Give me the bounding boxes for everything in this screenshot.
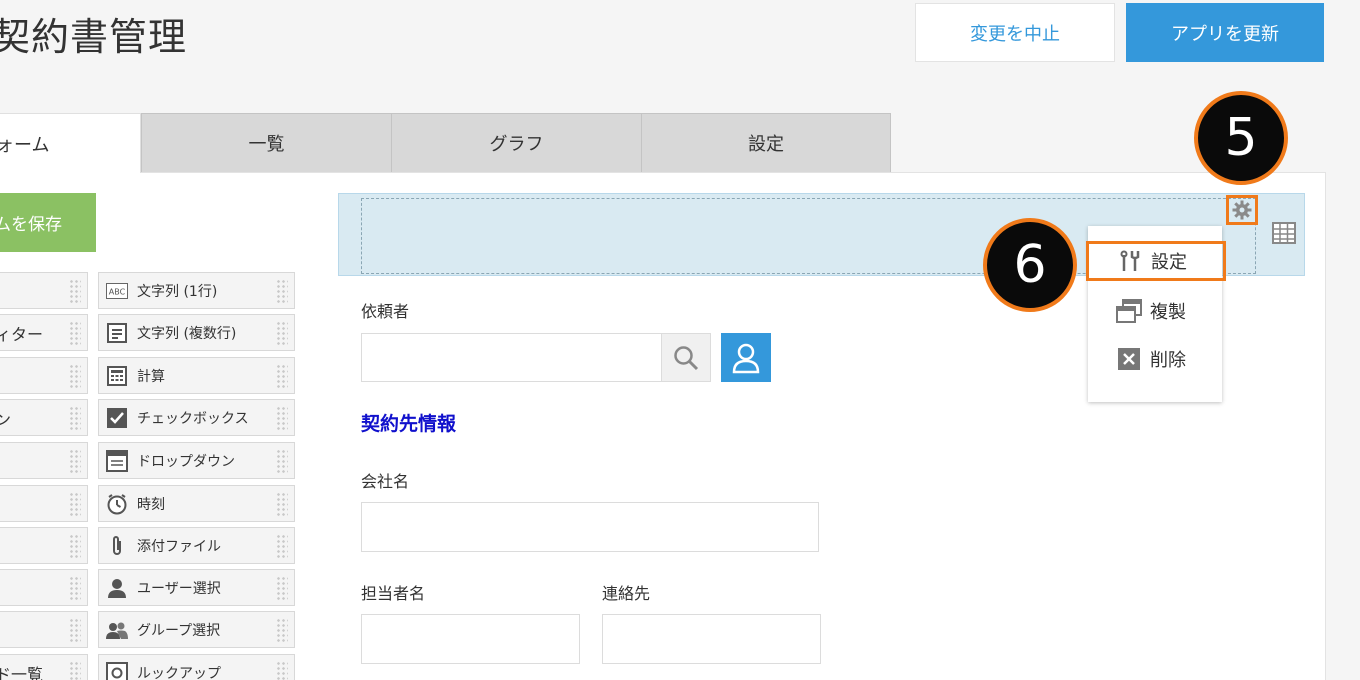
field-palette-item[interactable] xyxy=(0,569,88,606)
menu-item-settings[interactable]: 設定 xyxy=(1086,241,1226,281)
tab-list[interactable]: 一覧 xyxy=(141,113,392,172)
menu-item-duplicate[interactable]: 複製 xyxy=(1088,291,1222,331)
field-context-menu: 設定 複製 削除 xyxy=(1086,226,1226,402)
drag-handle-icon[interactable] xyxy=(69,406,81,430)
save-form-button[interactable]: ムを保存 xyxy=(0,193,96,252)
palette-checkbox[interactable]: チェックボックス xyxy=(98,399,295,436)
calculator-icon xyxy=(105,365,129,387)
tools-icon xyxy=(1117,248,1143,274)
palette-attachment[interactable]: 添付ファイル xyxy=(98,527,295,564)
requester-label: 依頼者 xyxy=(361,302,410,321)
drag-handle-icon[interactable] xyxy=(69,449,81,473)
section-title-contractor-info: 契約先情報 xyxy=(361,413,457,435)
user-icon xyxy=(105,577,129,599)
update-app-button[interactable]: アプリを更新 xyxy=(1126,3,1324,62)
checkbox-icon xyxy=(105,407,129,429)
field-palette-item[interactable]: ン xyxy=(0,399,88,436)
palette-text-multi[interactable]: 文字列 (複数行) xyxy=(98,314,295,351)
text-multiline-icon xyxy=(105,322,129,344)
delete-icon xyxy=(1116,346,1142,372)
field-palette-item[interactable]: ド一覧 xyxy=(0,654,88,680)
drag-handle-icon[interactable] xyxy=(276,364,288,388)
callout-step-6: 6 xyxy=(983,218,1077,312)
drag-handle-icon[interactable] xyxy=(276,492,288,516)
drag-handle-icon[interactable] xyxy=(276,406,288,430)
drag-handle-icon[interactable] xyxy=(276,618,288,642)
contact-person-input[interactable] xyxy=(361,614,580,664)
drag-handle-icon[interactable] xyxy=(69,364,81,388)
tab-graph[interactable]: グラフ xyxy=(391,113,642,172)
palette-lookup[interactable]: ルックアップ xyxy=(98,654,295,680)
field-palette-item[interactable] xyxy=(0,611,88,648)
drag-handle-icon[interactable] xyxy=(276,321,288,345)
field-palette-item[interactable] xyxy=(0,442,88,479)
contact-info-input[interactable] xyxy=(602,614,821,664)
drag-handle-icon[interactable] xyxy=(69,321,81,345)
contact-person-label: 担当者名 xyxy=(361,584,426,603)
field-palette-item[interactable] xyxy=(0,272,88,309)
company-name-input[interactable] xyxy=(361,502,819,552)
cancel-changes-button[interactable]: 変更を中止 xyxy=(915,3,1115,62)
app-title: 契約書管理 xyxy=(0,15,188,59)
drag-handle-icon[interactable] xyxy=(276,661,288,680)
drag-handle-icon[interactable] xyxy=(69,661,81,680)
paperclip-icon xyxy=(105,535,129,557)
duplicate-icon xyxy=(1116,298,1142,324)
text-line-icon: ABC xyxy=(105,280,129,302)
drag-handle-icon[interactable] xyxy=(276,279,288,303)
drag-handle-icon[interactable] xyxy=(69,618,81,642)
palette-calc[interactable]: 計算 xyxy=(98,357,295,394)
field-palette-item[interactable] xyxy=(0,527,88,564)
palette-dropdown[interactable]: ドロップダウン xyxy=(98,442,295,479)
field-palette-item[interactable] xyxy=(0,485,88,522)
menu-item-delete[interactable]: 削除 xyxy=(1088,339,1222,379)
lookup-icon xyxy=(105,661,129,680)
dropdown-icon xyxy=(105,449,129,472)
user-outline-icon xyxy=(732,343,760,373)
drag-handle-icon[interactable] xyxy=(276,449,288,473)
palette-user-select[interactable]: ユーザー選択 xyxy=(98,569,295,606)
search-icon xyxy=(674,345,699,370)
search-button[interactable] xyxy=(661,333,711,382)
contact-info-label: 連絡先 xyxy=(602,584,651,603)
drag-handle-icon[interactable] xyxy=(69,492,81,516)
gear-icon[interactable] xyxy=(1226,195,1258,225)
company-name-label: 会社名 xyxy=(361,472,410,491)
drag-handle-icon[interactable] xyxy=(69,576,81,600)
tab-form[interactable]: ォーム xyxy=(0,113,141,173)
requester-input[interactable] xyxy=(361,333,662,382)
palette-text-single[interactable]: ABC 文字列 (1行) xyxy=(98,272,295,309)
drag-handle-icon[interactable] xyxy=(69,279,81,303)
tab-settings[interactable]: 設定 xyxy=(641,113,891,172)
drag-handle-icon[interactable] xyxy=(276,576,288,600)
drag-handle-icon[interactable] xyxy=(276,534,288,558)
svg-text:ABC: ABC xyxy=(109,287,126,296)
select-user-button[interactable] xyxy=(721,333,771,382)
clock-icon xyxy=(105,493,129,515)
palette-group-select[interactable]: グループ選択 xyxy=(98,611,295,648)
drag-handle-icon[interactable] xyxy=(69,534,81,558)
table-grid-icon[interactable] xyxy=(1272,221,1296,245)
field-palette-item[interactable] xyxy=(0,357,88,394)
field-palette-item[interactable]: ィター xyxy=(0,314,88,351)
palette-time[interactable]: 時刻 xyxy=(98,485,295,522)
group-icon xyxy=(105,619,129,641)
callout-step-5: 5 xyxy=(1194,91,1288,185)
